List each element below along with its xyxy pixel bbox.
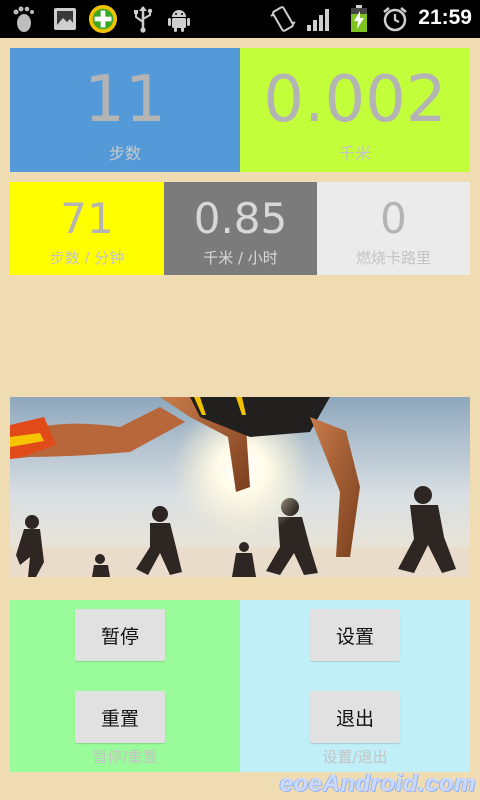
pause-reset-panel: 暂停 重置 暂停/重置 <box>10 600 240 772</box>
pace-value: 71 <box>60 194 114 243</box>
calories-label: 燃烧卡路里 <box>355 249 431 267</box>
runners-photo <box>10 397 470 577</box>
exit-button[interactable]: 退出 <box>310 691 400 743</box>
calories-tile: 0 燃烧卡路里 <box>317 182 470 275</box>
settings-button[interactable]: 设置 <box>310 609 400 661</box>
settings-exit-caption: 设置/退出 <box>322 748 388 766</box>
photo-icon <box>50 4 80 34</box>
pace-label: 步数 / 分钟 <box>49 249 125 267</box>
pause-reset-caption: 暂停/重置 <box>92 748 158 766</box>
reset-button[interactable]: 重置 <box>75 691 165 743</box>
status-bar: 21:59 <box>0 0 480 38</box>
distance-tile: 0.002 千米 <box>240 48 470 172</box>
speed-value: 0.85 <box>193 194 288 243</box>
site-watermark: eoeAndroid.com <box>279 770 476 797</box>
battery-charging-icon <box>344 4 374 34</box>
android-debug-icon <box>164 4 194 34</box>
security-plus-icon <box>88 4 118 34</box>
steps-value: 11 <box>84 63 166 137</box>
settings-exit-panel: 设置 退出 设置/退出 <box>240 600 470 772</box>
distance-value: 0.002 <box>263 63 447 137</box>
pause-button[interactable]: 暂停 <box>75 609 165 661</box>
speed-tile: 0.85 千米 / 小时 <box>164 182 317 275</box>
distance-label: 千米 <box>338 144 371 163</box>
steps-label: 步数 <box>108 144 141 163</box>
signal-icon <box>304 4 334 34</box>
pace-tile: 71 步数 / 分钟 <box>10 182 164 275</box>
speed-label: 千米 / 小时 <box>203 249 278 267</box>
footprint-icon <box>10 4 40 34</box>
calories-value: 0 <box>380 194 407 243</box>
alarm-icon <box>380 4 410 34</box>
status-time: 21:59 <box>418 6 472 29</box>
steps-tile: 11 步数 <box>10 48 240 172</box>
vibrate-icon <box>268 4 298 34</box>
usb-icon <box>128 4 158 34</box>
